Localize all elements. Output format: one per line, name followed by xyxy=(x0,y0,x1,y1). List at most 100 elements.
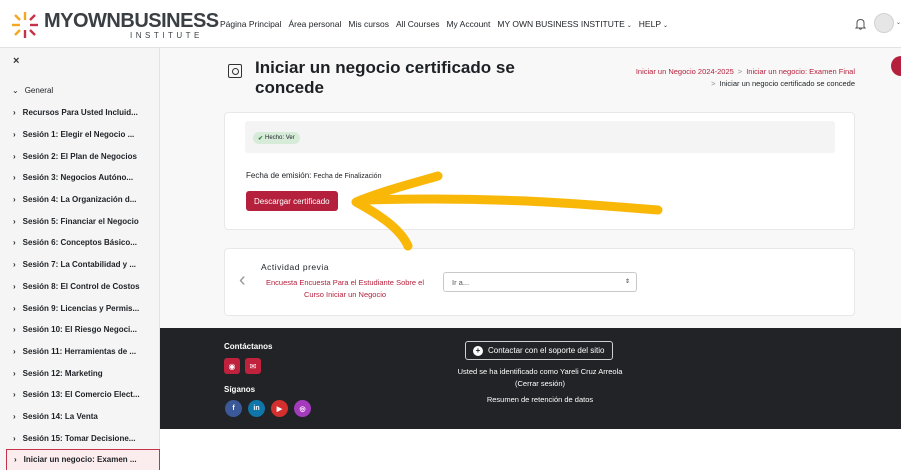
nav-my-account[interactable]: My Account xyxy=(446,19,490,29)
sidebar-section-item[interactable]: › Sesión 3: Negocios Autóno... xyxy=(0,167,160,189)
envelope-icon[interactable]: ✉ xyxy=(245,358,261,374)
instagram-icon[interactable]: ◎ xyxy=(294,400,311,417)
sidebar-section-label: Sesión 8: El Control de Costos xyxy=(22,281,140,291)
chevron-left-icon[interactable]: ‹ xyxy=(239,269,246,292)
breadcrumb: Iniciar un Negocio 2024-2025 > Iniciar un … xyxy=(636,66,855,90)
previous-activity-link[interactable]: Encuesta Encuesta Para el Estudiante Sob… xyxy=(260,277,430,301)
jump-to-select[interactable]: Ir a... ⇕ xyxy=(443,272,637,292)
sidebar-section-label: Sesión 12: Marketing xyxy=(22,368,103,378)
chevron-right-icon: › xyxy=(13,173,16,183)
chevron-down-icon[interactable]: ⌄ xyxy=(896,19,901,26)
check-icon: ✔ xyxy=(258,135,264,142)
primary-nav: Página Principal Área personal Mis curso… xyxy=(220,19,668,29)
sidebar-section-item[interactable]: › Sesión 5: Financiar el Negocio xyxy=(0,210,160,232)
nav-my-courses[interactable]: Mis cursos xyxy=(348,19,389,29)
logo-burst-icon xyxy=(12,12,38,38)
sidebar-section-label: Sesión 10: El Riesgo Negoci... xyxy=(22,325,137,335)
logo-subtitle: INSTITUTE xyxy=(130,31,203,40)
sidebar-section-label: Sesión 5: Financiar el Negocio xyxy=(22,216,139,226)
chevron-right-icon: › xyxy=(13,346,16,356)
sidebar-section-item[interactable]: › Sesión 13: El Comercio Elect... xyxy=(0,384,160,406)
page-footer: Contáctanos ◉ ✉ Síganos f in ▶ ◎ + Conta… xyxy=(160,328,901,429)
jump-to-value: Ir a... xyxy=(452,277,470,287)
activity-navigation: ‹ Actividad previa Encuesta Encuesta Par… xyxy=(224,248,855,316)
chevron-right-icon: › xyxy=(13,151,16,161)
chevron-down-icon: ⌄ xyxy=(663,23,669,29)
support-icon: + xyxy=(473,345,483,356)
course-section-list: › Recursos Para Usted Incluid... › Sesión 1… xyxy=(0,102,160,470)
sidebar-section-item[interactable]: › Sesión 9: Licencias y Permis... xyxy=(0,297,160,319)
sidebar-section-label: Sesión 14: La Venta xyxy=(22,411,98,421)
sidebar-section-item[interactable]: › Sesión 14: La Venta xyxy=(0,406,160,428)
sidebar-section-label: Sesión 7: La Contabilidad y ... xyxy=(22,260,137,270)
chevron-right-icon: › xyxy=(13,238,16,248)
completion-badge: ✔ Hecho: Ver xyxy=(253,132,300,144)
breadcrumb-separator: > xyxy=(737,67,743,76)
nav-all-courses[interactable]: All Courses xyxy=(396,19,439,29)
sidebar-section-label: Sesión 2: El Plan de Negocios xyxy=(22,151,137,161)
chevron-right-icon: › xyxy=(13,368,16,378)
close-icon[interactable]: × xyxy=(13,55,19,67)
drawer-toggle-button[interactable] xyxy=(891,56,901,76)
sidebar-section-item[interactable]: › Iniciar un negocio: Examen ... xyxy=(6,449,160,470)
sidebar-section-item[interactable]: › Sesión 15: Tomar Decisione... xyxy=(0,427,160,449)
logo-wordmark: MYOWNBUSINESS xyxy=(44,10,219,32)
follow-heading: Síganos xyxy=(224,385,256,394)
linkedin-icon[interactable]: in xyxy=(248,400,265,417)
chevron-right-icon: › xyxy=(13,108,16,118)
sidebar-section-label: Sesión 9: Licencias y Permis... xyxy=(22,303,140,313)
sidebar-section-item[interactable]: › Sesión 6: Conceptos Básico... xyxy=(0,232,160,254)
support-label: Contactar con el soporte del sitio xyxy=(488,346,605,355)
bell-icon[interactable] xyxy=(855,18,866,30)
contact-support-button[interactable]: + Contactar con el soporte del sitio xyxy=(465,341,613,360)
sidebar-section-label: Sesión 4: La Organización d... xyxy=(22,195,137,205)
download-certificate-button[interactable]: Descargar certificado xyxy=(246,191,338,211)
breadcrumb-exam[interactable]: Iniciar un negocio: Examen Final xyxy=(746,67,855,76)
chevron-right-icon: › xyxy=(13,260,16,270)
sidebar-section-label: Sesión 3: Negocios Autóno... xyxy=(22,173,134,183)
sidebar-section-label: Sesión 6: Conceptos Básico... xyxy=(22,238,137,248)
issue-date-label: Fecha de emisión: xyxy=(246,171,312,180)
sidebar-section-label: Iniciar un negocio: Examen ... xyxy=(23,455,137,465)
contact-heading: Contáctanos xyxy=(224,342,273,351)
nav-institute-label: MY OWN BUSINESS INSTITUTE xyxy=(497,19,625,29)
sidebar-section-item[interactable]: › Sesión 10: El Riesgo Negoci... xyxy=(0,319,160,341)
sidebar-section-item[interactable]: › Sesión 2: El Plan de Negocios xyxy=(0,145,160,167)
breadcrumb-current: Iniciar un negocio certificado se conced… xyxy=(719,79,856,88)
chevron-right-icon: › xyxy=(13,325,16,335)
chevron-right-icon: › xyxy=(13,281,16,291)
youtube-icon[interactable]: ▶ xyxy=(271,400,288,417)
sidebar-section-item[interactable]: › Sesión 4: La Organización d... xyxy=(0,189,160,211)
logged-in-as: Usted se ha identificado como Yareli Cru… xyxy=(457,367,623,376)
user-avatar[interactable] xyxy=(874,13,894,33)
sidebar-section-label: Recursos Para Usted Incluid... xyxy=(22,108,138,118)
logged-in-info: Usted se ha identificado como Yareli Cru… xyxy=(440,366,640,390)
sidebar-section-item[interactable]: › Sesión 12: Marketing xyxy=(0,362,160,384)
sidebar-section-item[interactable]: › Recursos Para Usted Incluid... xyxy=(0,102,160,124)
section-general[interactable]: ⌄ General xyxy=(12,86,53,95)
previous-activity-label: Actividad previa xyxy=(261,262,330,272)
completion-label: Hecho: Ver xyxy=(265,135,295,141)
nav-dashboard[interactable]: Área personal xyxy=(288,19,341,29)
breadcrumb-course[interactable]: Iniciar un Negocio 2024-2025 xyxy=(636,67,734,76)
sidebar-section-item[interactable]: › Sesión 11: Herramientas de ... xyxy=(0,341,160,363)
select-arrows-icon: ⇕ xyxy=(624,279,630,285)
chevron-right-icon: › xyxy=(13,390,16,400)
sidebar-section-item[interactable]: › Sesión 7: La Contabilidad y ... xyxy=(0,254,160,276)
chevron-right-icon: › xyxy=(13,411,16,421)
sidebar-section-item[interactable]: › Sesión 1: Elegir el Negocio ... xyxy=(0,124,160,146)
chevron-right-icon: › xyxy=(13,130,16,140)
annotation-arrow xyxy=(351,171,663,251)
data-retention-link[interactable]: Resumen de retención de datos xyxy=(440,395,640,404)
site-logo[interactable]: MYOWNBUSINESS INSTITUTE xyxy=(10,9,219,41)
top-navbar: MYOWNBUSINESS INSTITUTE Página Principal… xyxy=(0,0,901,48)
logout-link[interactable]: (Cerrar sesión) xyxy=(440,378,640,390)
nav-institute-menu[interactable]: MY OWN BUSINESS INSTITUTE ⌄ xyxy=(497,19,631,29)
certificate-icon xyxy=(228,64,242,78)
nav-home[interactable]: Página Principal xyxy=(220,19,281,29)
facebook-icon[interactable]: f xyxy=(225,400,242,417)
page-title: Iniciar un negocio certificado se conced… xyxy=(255,58,515,97)
sidebar-section-item[interactable]: › Sesión 8: El Control de Costos xyxy=(0,276,160,298)
nav-help-menu[interactable]: HELP ⌄ xyxy=(639,19,668,29)
globe-icon[interactable]: ◉ xyxy=(224,358,240,374)
